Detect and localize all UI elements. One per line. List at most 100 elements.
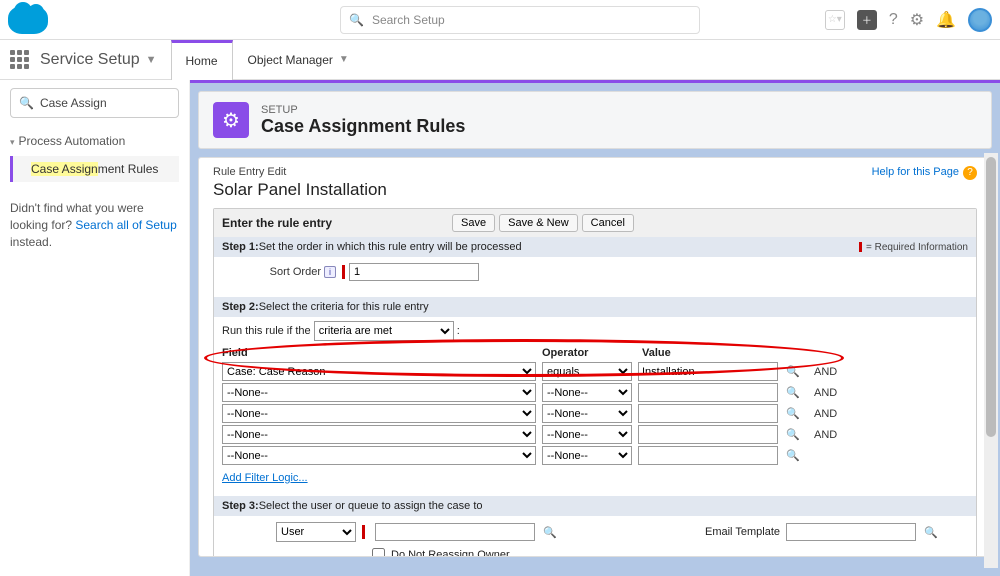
lookup-icon[interactable]: 🔍 [541,524,559,540]
logic-and: AND [814,408,837,420]
value-input[interactable] [638,362,778,381]
field-select[interactable]: --None-- [222,425,536,444]
chevron-down-icon[interactable]: ▼ [146,54,157,66]
sidebar-search[interactable]: 🔍 Case Assign [10,88,179,118]
sidebar-item-case-assignment-rules[interactable]: Case Assignment Rules [10,156,179,182]
scrollbar[interactable] [984,153,998,568]
operator-select[interactable]: equals [542,362,632,381]
email-template-input[interactable] [786,523,916,541]
sort-order-label: Sort Orderi [222,266,342,278]
assignee-input[interactable] [375,523,535,541]
search-icon: 🔍 [349,13,364,27]
panel-title: Enter the rule entry [222,216,332,230]
reassign-row: Do Not Reassign Owner [214,548,976,557]
criteria-header: Field Operator Value [222,345,968,361]
sidebar: 🔍 Case Assign Process Automation Case As… [0,80,190,576]
do-not-reassign-checkbox[interactable] [372,548,385,557]
lookup-icon[interactable]: 🔍 [784,364,802,380]
tab-home[interactable]: Home [171,40,233,80]
operator-select[interactable]: --None-- [542,383,632,402]
field-select[interactable]: --None-- [222,446,536,465]
value-input[interactable] [638,404,778,423]
lookup-icon[interactable]: 🔍 [784,427,802,443]
sort-order-input[interactable] [349,263,479,281]
page-supertitle: SETUP [261,104,465,116]
sidebar-search-value: Case Assign [40,96,107,110]
tab-home-label: Home [186,54,218,68]
logic-and: AND [814,429,837,441]
favorites-icon[interactable]: ☆▾ [825,10,845,30]
logic-and: AND [814,366,837,378]
criteria-table: Field Operator Value Case: Case Reason e… [214,345,976,466]
info-icon[interactable]: i [324,266,336,278]
cancel-button[interactable]: Cancel [582,214,634,232]
step1-bar: Step 1: Set the order in which this rule… [214,237,976,257]
criteria-row: --None-- --None-- 🔍 [222,445,968,466]
criteria-row: --None-- --None-- 🔍 AND [222,403,968,424]
panel-buttons: Save Save & New Cancel [452,214,634,232]
required-indicator [362,525,365,539]
col-operator: Operator [542,347,642,359]
required-legend: = Required Information [859,242,968,253]
run-if-label: Run this rule if the [222,325,311,337]
step2-bar: Step 2: Select the criteria for this rul… [214,297,976,317]
rule-entry-title: Solar Panel Installation [213,180,977,200]
lookup-icon[interactable]: 🔍 [784,448,802,464]
lookup-icon[interactable]: 🔍 [922,524,940,540]
content-card: Rule Entry Edit Solar Panel Installation… [198,157,992,557]
assignee-type-select[interactable]: User [276,522,356,542]
add-filter-logic-link[interactable]: Add Filter Logic... [214,466,316,490]
gear-icon: ⚙ [213,102,249,138]
value-input[interactable] [638,383,778,402]
chevron-down-icon: ▼ [339,54,349,65]
operator-select[interactable]: --None-- [542,404,632,423]
sidebar-group-process-automation[interactable]: Process Automation [10,134,179,148]
sidebar-item-highlight: Case Assign [31,162,98,176]
email-template-label: Email Template [705,526,780,538]
breadcrumb: Rule Entry Edit [213,166,977,178]
lookup-icon[interactable]: 🔍 [784,406,802,422]
logic-and: AND [814,387,837,399]
help-icon: ? [963,166,977,180]
value-input[interactable] [638,446,778,465]
field-select[interactable]: --None-- [222,404,536,423]
salesforce-logo [8,6,48,34]
lookup-icon[interactable]: 🔍 [784,385,802,401]
global-search[interactable]: 🔍 Search Setup [340,6,700,34]
sort-order-row: Sort Orderi [214,257,976,287]
run-if-row: Run this rule if the criteria are met : [214,317,976,345]
scrollbar-thumb[interactable] [986,157,996,437]
operator-select[interactable]: --None-- [542,446,632,465]
value-input[interactable] [638,425,778,444]
tab-object-manager[interactable]: Object Manager ▼ [233,40,364,80]
col-value: Value [642,347,792,359]
panel-header: Enter the rule entry Save Save & New Can… [214,209,976,237]
add-icon[interactable]: ＋ [857,10,877,30]
run-if-select[interactable]: criteria are met [314,321,454,341]
avatar[interactable] [968,8,992,32]
criteria-row: Case: Case Reason equals 🔍 AND [222,361,968,382]
app-name: Service Setup [40,51,140,69]
app-nav: Service Setup ▼ Home Object Manager ▼ [0,40,1000,80]
notifications-icon[interactable]: 🔔 [936,10,956,30]
tab-object-manager-label: Object Manager [248,53,333,67]
save-and-new-button[interactable]: Save & New [499,214,578,232]
app-launcher-icon[interactable] [10,50,30,70]
page-title: Case Assignment Rules [261,116,465,137]
field-select[interactable]: Case: Case Reason [222,362,536,381]
step3-bar: Step 3: Select the user or queue to assi… [214,496,976,516]
help-for-page-link[interactable]: Help for this Page? [872,166,977,180]
save-button[interactable]: Save [452,214,495,232]
setup-gear-icon[interactable]: ⚙ [910,10,924,30]
do-not-reassign-label: Do Not Reassign Owner [391,549,510,558]
page-header: ⚙ SETUP Case Assignment Rules [198,91,992,149]
field-select[interactable]: --None-- [222,383,536,402]
sidebar-note: Didn't find what you were looking for? S… [10,200,179,250]
criteria-row: --None-- --None-- 🔍 AND [222,382,968,403]
col-field: Field [222,347,542,359]
search-all-setup-link[interactable]: Search all of Setup [75,218,176,232]
operator-select[interactable]: --None-- [542,425,632,444]
header-utilities: ☆▾ ＋ ? ⚙ 🔔 [825,8,992,32]
help-icon[interactable]: ? [889,11,898,29]
global-search-placeholder: Search Setup [372,13,445,27]
